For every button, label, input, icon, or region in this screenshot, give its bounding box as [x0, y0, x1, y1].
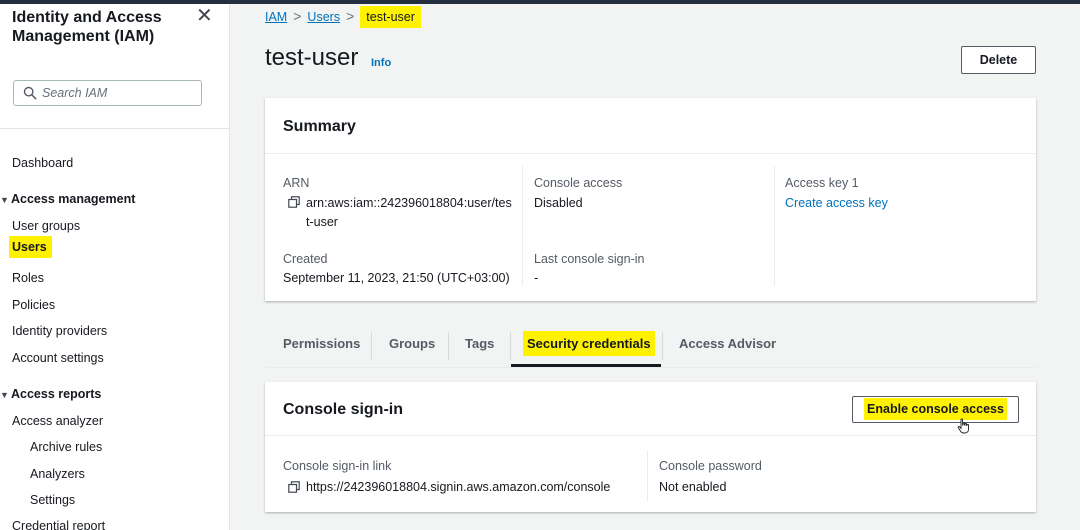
divider	[265, 435, 1036, 436]
tab-tags[interactable]: Tags	[465, 326, 494, 366]
arn-value-line1: arn:aws:iam::242396018804:user/tes	[306, 196, 512, 210]
console-signin-card: Console sign-in Enable console access Co…	[265, 382, 1036, 512]
console-access-value: Disabled	[534, 196, 583, 210]
console-signin-header: Console sign-in	[283, 401, 403, 418]
search-icon	[23, 86, 37, 100]
sidebar-divider	[0, 128, 229, 129]
sidebar-item-analyzers[interactable]: Analyzers	[30, 467, 85, 481]
arn-value-line2: t-user	[306, 215, 338, 229]
sidebar-section-access-management[interactable]: ▼ Access management	[0, 192, 135, 206]
sidebar-item-user-groups[interactable]: User groups	[12, 219, 80, 233]
column-divider	[522, 166, 523, 286]
column-divider	[647, 450, 648, 502]
create-access-key-link[interactable]: Create access key	[785, 196, 888, 210]
created-label: Created	[283, 252, 328, 266]
hand-cursor-icon	[957, 418, 969, 434]
sidebar-item-roles[interactable]: Roles	[12, 271, 44, 285]
breadcrumb: IAM > Users > test-user	[265, 6, 421, 28]
last-signin-value: -	[534, 271, 539, 285]
enable-console-access-button[interactable]: Enable console access	[852, 396, 1019, 423]
tab-divider	[662, 332, 663, 360]
summary-header: Summary	[283, 118, 356, 135]
sidebar-section-access-reports[interactable]: ▼ Access reports	[0, 387, 101, 401]
tab-security-credentials-label: Security credentials	[523, 331, 655, 356]
tab-groups[interactable]: Groups	[389, 326, 435, 366]
console-signin-link-value: https://242396018804.signin.aws.amazon.c…	[306, 480, 611, 494]
sidebar-item-policies[interactable]: Policies	[12, 298, 55, 312]
breadcrumb-users[interactable]: Users	[307, 10, 340, 24]
tab-divider	[371, 332, 372, 360]
close-icon[interactable]: ✕	[196, 6, 213, 26]
active-tab-indicator	[511, 364, 661, 367]
copy-icon[interactable]	[288, 481, 300, 493]
console-password-label: Console password	[659, 459, 762, 473]
sidebar-item-archive-rules[interactable]: Archive rules	[30, 440, 102, 454]
console-password-value: Not enabled	[659, 480, 727, 494]
breadcrumb-iam[interactable]: IAM	[265, 10, 287, 24]
copy-icon[interactable]	[288, 196, 300, 208]
tab-access-advisor[interactable]: Access Advisor	[679, 326, 776, 366]
breadcrumb-current: test-user	[360, 6, 421, 28]
caret-down-icon: ▼	[0, 390, 9, 400]
sidebar-section-label: Access reports	[11, 387, 102, 401]
tab-divider	[448, 332, 449, 360]
sidebar-section-label: Access management	[11, 192, 136, 206]
tab-permissions[interactable]: Permissions	[283, 326, 360, 366]
sidebar-item-credential-report[interactable]: Credential report	[12, 519, 105, 530]
main-content: IAM > Users > test-user test-user Info Delet…	[230, 4, 1080, 530]
sidebar-item-access-analyzer[interactable]: Access analyzer	[12, 414, 103, 428]
sidebar-item-account-settings[interactable]: Account settings	[12, 351, 104, 365]
divider	[265, 153, 1036, 154]
sidebar-item-users[interactable]: Users	[9, 236, 52, 258]
arn-label: ARN	[283, 176, 310, 190]
column-divider	[774, 166, 775, 286]
access-key-label: Access key 1	[785, 176, 859, 190]
last-signin-label: Last console sign-in	[534, 252, 645, 266]
sidebar-title: Identity and Access Management (IAM)	[12, 9, 162, 45]
sidebar-item-dashboard[interactable]: Dashboard	[12, 156, 73, 170]
console-signin-link-label: Console sign-in link	[283, 459, 392, 473]
sidebar-item-users-label: Users	[9, 236, 52, 258]
created-value: September 11, 2023, 21:50 (UTC+03:00)	[283, 271, 510, 285]
info-link[interactable]: Info	[371, 57, 391, 69]
tab-divider	[510, 332, 511, 360]
caret-down-icon: ▼	[0, 195, 9, 205]
delete-button[interactable]: Delete	[961, 46, 1036, 74]
console-access-label: Console access	[534, 176, 623, 190]
enable-console-access-label: Enable console access	[864, 398, 1007, 420]
sidebar: Identity and Access Management (IAM) ✕ D…	[0, 4, 230, 530]
tab-bar: Permissions Groups Tags Security credent…	[265, 326, 1036, 368]
summary-card: Summary ARN arn:aws:iam::242396018804:us…	[265, 98, 1036, 301]
page-title: test-user	[265, 44, 359, 71]
tab-security-credentials[interactable]: Security credentials	[523, 326, 655, 366]
search-input[interactable]	[42, 84, 197, 102]
chevron-right-icon: >	[293, 8, 302, 24]
sidebar-item-settings[interactable]: Settings	[30, 493, 75, 507]
chevron-right-icon: >	[346, 8, 355, 24]
search-box[interactable]	[13, 80, 202, 106]
sidebar-item-identity-providers[interactable]: Identity providers	[12, 324, 107, 338]
